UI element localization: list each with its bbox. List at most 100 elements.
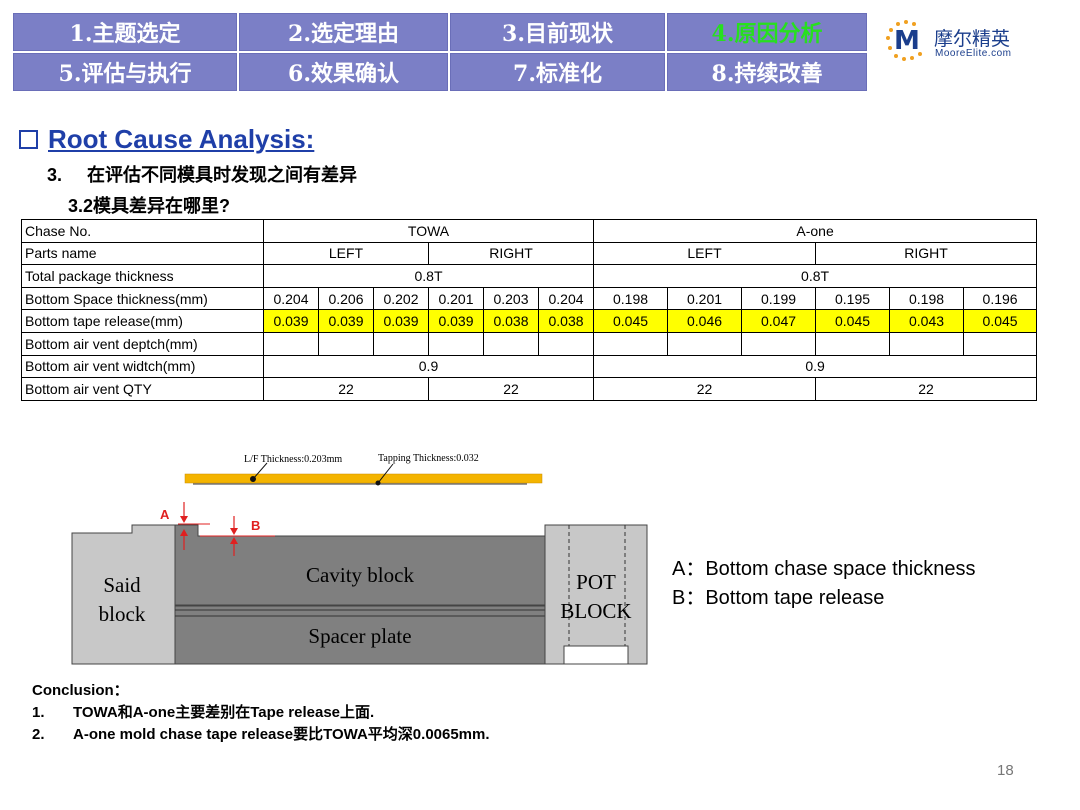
nav-step-4[interactable]: 4.原因分析 bbox=[667, 13, 867, 51]
conclusion-block: Conclusion： 1. TOWA和A-one主要差别在Tape relea… bbox=[32, 680, 490, 746]
table-cell bbox=[373, 331, 429, 356]
row-label: Parts name bbox=[21, 241, 264, 266]
table-cell: 22 bbox=[815, 377, 1038, 401]
table-cell bbox=[889, 331, 965, 356]
checkbox-bullet-icon bbox=[19, 130, 38, 149]
table-cell: 0.045 bbox=[963, 309, 1038, 333]
section-title: Root Cause Analysis: bbox=[19, 124, 314, 155]
process-nav: 1.主题选定 2.选定理由 3.目前现状 4.原因分析 5.评估与执行 6.效果… bbox=[13, 13, 869, 92]
table-cell bbox=[263, 331, 319, 356]
leadframe-strip: L/F Thickness:0.203mm Tapping Thickness:… bbox=[184, 453, 543, 486]
legend-b: B：Bottom tape release bbox=[672, 587, 885, 609]
row-label: Bottom tape release(mm) bbox=[21, 309, 264, 333]
said-block-label-1: Said bbox=[103, 573, 141, 597]
table-cell: 0.204 bbox=[263, 286, 319, 311]
table-cell: 0.198 bbox=[593, 286, 669, 311]
row-label: Bottom Space thickness(mm) bbox=[21, 286, 264, 311]
subtitle: 3. 在评估不同模具时发现之间有差异 bbox=[47, 161, 357, 187]
table-cell: 0.9 bbox=[262, 354, 595, 379]
table-cell: RIGHT bbox=[427, 241, 595, 266]
table-cell: 0.201 bbox=[428, 286, 484, 311]
table-cell bbox=[667, 331, 743, 356]
cavity-block-label: Cavity block bbox=[306, 563, 414, 587]
table-cell: LEFT bbox=[593, 241, 817, 266]
nav-step-6[interactable]: 6.效果确认 bbox=[239, 53, 448, 91]
table-cell: 0.046 bbox=[667, 309, 743, 333]
table-cell bbox=[483, 331, 539, 356]
table-cell bbox=[963, 331, 1038, 356]
table-cell: 0.038 bbox=[537, 309, 595, 333]
table-cell: 0.195 bbox=[815, 286, 891, 311]
tape-thickness-label: Tapping Thickness:0.032 bbox=[378, 453, 479, 464]
table-cell: 0.203 bbox=[483, 286, 539, 311]
said-block-label-2: block bbox=[99, 602, 146, 626]
table-cell: 0.8T bbox=[593, 264, 1038, 288]
table-cell: 22 bbox=[593, 377, 817, 401]
subtitle-number: 3. bbox=[47, 165, 63, 185]
row-label: Bottom air vent QTY bbox=[21, 377, 264, 401]
mold-comparison-table: Chase No. TOWA A-one Parts name LEFT RIG… bbox=[21, 219, 1038, 401]
row-label: Chase No. bbox=[21, 219, 264, 243]
subtitle-text: 在评估不同模具时发现之间有差异 bbox=[87, 165, 357, 185]
nav-step-2[interactable]: 2.选定理由 bbox=[239, 13, 448, 51]
table-row: Bottom air vent widtch(mm) 0.9 0.9 bbox=[21, 354, 1038, 379]
table-cell: 0.045 bbox=[815, 309, 891, 333]
nav-step-3[interactable]: 3.目前现状 bbox=[450, 13, 665, 51]
table-row-highlighted: Bottom tape release(mm) 0.039 0.039 0.03… bbox=[21, 309, 1038, 333]
table-cell: 0.199 bbox=[741, 286, 817, 311]
table-row: Bottom air vent deptch(mm) bbox=[21, 331, 1038, 356]
logo-mark: M bbox=[894, 26, 920, 56]
table-cell bbox=[815, 331, 891, 356]
nav-step-7[interactable]: 7.标准化 bbox=[450, 53, 665, 91]
table-cell: 0.198 bbox=[889, 286, 965, 311]
table-cell: 0.196 bbox=[963, 286, 1038, 311]
row-label: Bottom air vent widtch(mm) bbox=[21, 354, 264, 379]
table-cell bbox=[741, 331, 817, 356]
table-cell: 0.204 bbox=[537, 286, 595, 311]
logo-english-name: MooreElite.com bbox=[935, 48, 1012, 59]
table-row: Parts name LEFT RIGHT LEFT RIGHT bbox=[21, 241, 1038, 266]
item-text: TOWA和A-one主要差别在Tape release上面. bbox=[73, 704, 375, 721]
row-label: Bottom air vent deptch(mm) bbox=[21, 331, 264, 356]
dimension-a-label: A bbox=[160, 507, 170, 522]
nav-step-1[interactable]: 1.主题选定 bbox=[13, 13, 237, 51]
table-cell bbox=[318, 331, 374, 356]
table-cell bbox=[593, 331, 669, 356]
table-cell: 0.202 bbox=[373, 286, 429, 311]
table-row: Total package thickness 0.8T 0.8T bbox=[21, 264, 1038, 288]
page-title: Root Cause Analysis: bbox=[48, 124, 315, 154]
aone-header: A-one bbox=[593, 219, 1038, 243]
table-cell: LEFT bbox=[263, 241, 429, 266]
table-cell: 0.043 bbox=[889, 309, 965, 333]
company-logo: M 摩尔精英 MooreElite.com bbox=[882, 16, 1042, 66]
table-cell: 0.201 bbox=[667, 286, 743, 311]
row-label: Total package thickness bbox=[21, 264, 264, 288]
table-cell: 0.206 bbox=[318, 286, 374, 311]
table-cell bbox=[537, 331, 595, 356]
nav-step-5[interactable]: 5.评估与执行 bbox=[13, 53, 237, 91]
table-row: Bottom Space thickness(mm) 0.204 0.206 0… bbox=[21, 286, 1038, 311]
table-row: Chase No. TOWA A-one bbox=[21, 219, 1038, 243]
nav-step-8[interactable]: 8.持续改善 bbox=[667, 53, 867, 91]
table-cell: RIGHT bbox=[815, 241, 1038, 266]
table-cell bbox=[428, 331, 484, 356]
table-cell: 0.047 bbox=[741, 309, 817, 333]
item-number: 1. bbox=[32, 704, 45, 721]
spacer-plate-label: Spacer plate bbox=[308, 624, 411, 648]
table-cell: 0.038 bbox=[483, 309, 539, 333]
item-number: 2. bbox=[32, 726, 45, 743]
table-cell: 0.039 bbox=[373, 309, 429, 333]
legend-a: A：Bottom chase space thickness bbox=[672, 558, 976, 580]
table-cell: 22 bbox=[263, 377, 429, 401]
page-number: 18 bbox=[997, 762, 1014, 779]
pot-block bbox=[544, 524, 648, 665]
item-text: A-one mold chase tape release要比TOWA平均深0.… bbox=[73, 726, 490, 743]
list-item: 2. A-one mold chase tape release要比TOWA平均… bbox=[32, 724, 490, 746]
table-cell: 0.8T bbox=[262, 264, 595, 288]
list-item: 1. TOWA和A-one主要差别在Tape release上面. bbox=[32, 702, 490, 724]
mold-cross-section-diagram: L/F Thickness:0.203mm Tapping Thickness:… bbox=[71, 453, 648, 665]
logo-chinese-name: 摩尔精英 bbox=[934, 28, 1011, 50]
table-cell: 0.039 bbox=[428, 309, 484, 333]
sub-subtitle: 3.2模具差异在哪里? bbox=[68, 196, 231, 216]
dimension-b-label: B bbox=[251, 518, 260, 533]
